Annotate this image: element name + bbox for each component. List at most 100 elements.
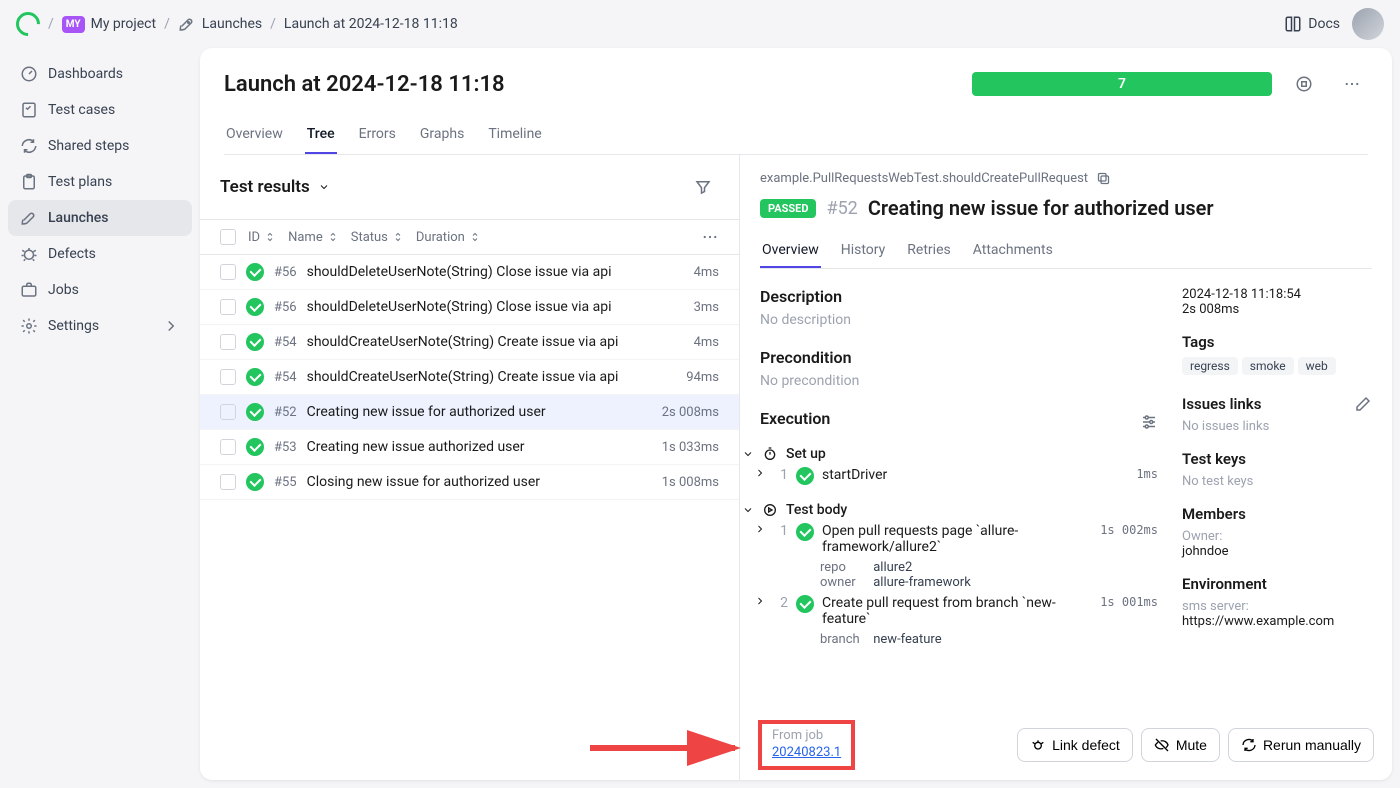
row-checkbox[interactable] (220, 334, 236, 350)
chevron-down-icon[interactable] (318, 181, 330, 193)
row-id: #53 (274, 440, 297, 455)
stop-button[interactable] (1288, 68, 1320, 100)
mute-button[interactable]: Mute (1141, 728, 1220, 762)
stop-icon (1295, 75, 1313, 93)
row-checkbox[interactable] (220, 404, 236, 420)
link-defect-button[interactable]: Link defect (1017, 728, 1133, 762)
nav-launches[interactable]: Launches (8, 200, 192, 236)
tag[interactable]: smoke (1242, 357, 1294, 375)
row-name: shouldDeleteUserNote(String) Close issue… (307, 299, 684, 315)
tab-overview[interactable]: Overview (224, 116, 285, 154)
setup-group[interactable]: Set up (742, 446, 1158, 462)
filter-icon (694, 178, 712, 196)
result-row[interactable]: #54shouldCreateUserNote(String) Create i… (200, 360, 739, 395)
col-name[interactable]: Name (288, 230, 339, 245)
gear-icon (20, 317, 38, 335)
tag[interactable]: web (1298, 357, 1336, 375)
row-checkbox[interactable] (220, 474, 236, 490)
tab-graphs[interactable]: Graphs (418, 116, 466, 154)
edit-icon[interactable] (1354, 395, 1372, 413)
select-all-checkbox[interactable] (220, 229, 236, 245)
row-name: shouldCreateUserNote(String) Create issu… (307, 334, 684, 350)
dots-icon (1343, 75, 1361, 93)
row-checkbox[interactable] (220, 299, 236, 315)
row-checkbox[interactable] (220, 439, 236, 455)
detail-tab-attachments[interactable]: Attachments (971, 234, 1055, 268)
detail-tab-retries[interactable]: Retries (905, 234, 952, 268)
tab-tree[interactable]: Tree (305, 116, 337, 154)
row-name: shouldCreateUserNote(String) Create issu… (307, 369, 677, 385)
env-label: sms server: (1182, 599, 1372, 614)
filter-button[interactable] (687, 171, 719, 203)
test-duration: 2s 008ms (1182, 302, 1372, 317)
result-row[interactable]: #52Creating new issue for authorized use… (200, 395, 739, 430)
detail-tab-overview[interactable]: Overview (760, 234, 821, 268)
env-value: https://www.example.com (1182, 614, 1372, 629)
result-row[interactable]: #56shouldDeleteUserNote(String) Close is… (200, 255, 739, 290)
nav-defects[interactable]: Defects (8, 236, 192, 272)
settings-icon[interactable] (1140, 413, 1158, 431)
result-row[interactable]: #54shouldCreateUserNote(String) Create i… (200, 325, 739, 360)
play-circle-icon (762, 502, 778, 518)
step-duration: 1s 002ms (1100, 523, 1158, 537)
progress-bar[interactable]: 7 (972, 72, 1272, 96)
result-row[interactable]: #53Creating new issue authorized user1s … (200, 430, 739, 465)
chevron-right-icon (754, 523, 766, 535)
nav-test-cases[interactable]: Test cases (8, 92, 192, 128)
docs-link[interactable]: Docs (1284, 15, 1340, 33)
clipboard-icon (20, 173, 38, 191)
user-avatar[interactable] (1352, 8, 1384, 40)
tag[interactable]: regress (1182, 357, 1238, 375)
nav-test-plans[interactable]: Test plans (8, 164, 192, 200)
body-group[interactable]: Test body (742, 502, 1158, 518)
nav-settings[interactable]: Settings (8, 308, 192, 344)
col-id[interactable]: ID (248, 230, 276, 245)
nav-jobs[interactable]: Jobs (8, 272, 192, 308)
members-value: johndoe (1182, 544, 1372, 559)
step-param: owner allure-framework (820, 575, 1158, 590)
checklist-icon (20, 101, 38, 119)
tab-timeline[interactable]: Timeline (486, 116, 543, 154)
pass-icon (246, 473, 264, 491)
refresh-icon (1241, 737, 1257, 753)
from-job-link[interactable]: 20240823.1 (772, 745, 841, 760)
dots-icon[interactable] (701, 228, 719, 246)
breadcrumb-project[interactable]: MY My project (62, 16, 156, 33)
sort-icon (327, 231, 339, 243)
col-duration[interactable]: Duration (416, 230, 481, 245)
row-checkbox[interactable] (220, 369, 236, 385)
step-duration: 1s 001ms (1100, 595, 1158, 609)
copy-icon[interactable] (1096, 171, 1111, 186)
more-button[interactable] (1336, 68, 1368, 100)
book-icon (1284, 15, 1302, 33)
step[interactable]: 1startDriver1ms (754, 462, 1158, 490)
step-name: Create pull request from branch `new-fea… (822, 595, 1062, 627)
row-duration: 2s 008ms (662, 405, 719, 420)
rerun-button[interactable]: Rerun manually (1228, 728, 1374, 762)
pass-icon (246, 438, 264, 456)
col-status[interactable]: Status (351, 230, 404, 245)
step[interactable]: 1Open pull requests page `allure-framewo… (754, 518, 1158, 560)
bug-icon (20, 245, 38, 263)
tab-errors[interactable]: Errors (357, 116, 398, 154)
app-logo[interactable] (11, 7, 45, 41)
result-row[interactable]: #55Closing new issue for authorized user… (200, 465, 739, 500)
result-row[interactable]: #56shouldDeleteUserNote(String) Close is… (200, 290, 739, 325)
step-duration: 1ms (1136, 467, 1158, 481)
briefcase-icon (20, 281, 38, 299)
members-label: Owner: (1182, 529, 1372, 544)
step[interactable]: 2Create pull request from branch `new-fe… (754, 590, 1158, 632)
pass-icon (246, 298, 264, 316)
row-duration: 94ms (686, 370, 719, 385)
detail-tabs: Overview History Retries Attachments (760, 234, 1372, 269)
precondition-title: Precondition (760, 348, 1158, 367)
keys-text: No test keys (1182, 474, 1372, 489)
row-checkbox[interactable] (220, 264, 236, 280)
pass-icon (796, 595, 814, 613)
nav-dashboards[interactable]: Dashboards (8, 56, 192, 92)
nav-shared-steps[interactable]: Shared steps (8, 128, 192, 164)
detail-tab-history[interactable]: History (839, 234, 888, 268)
row-duration: 1s 033ms (662, 440, 719, 455)
breadcrumb-section[interactable]: Launches (178, 15, 262, 33)
status-badge: PASSED (760, 199, 816, 218)
